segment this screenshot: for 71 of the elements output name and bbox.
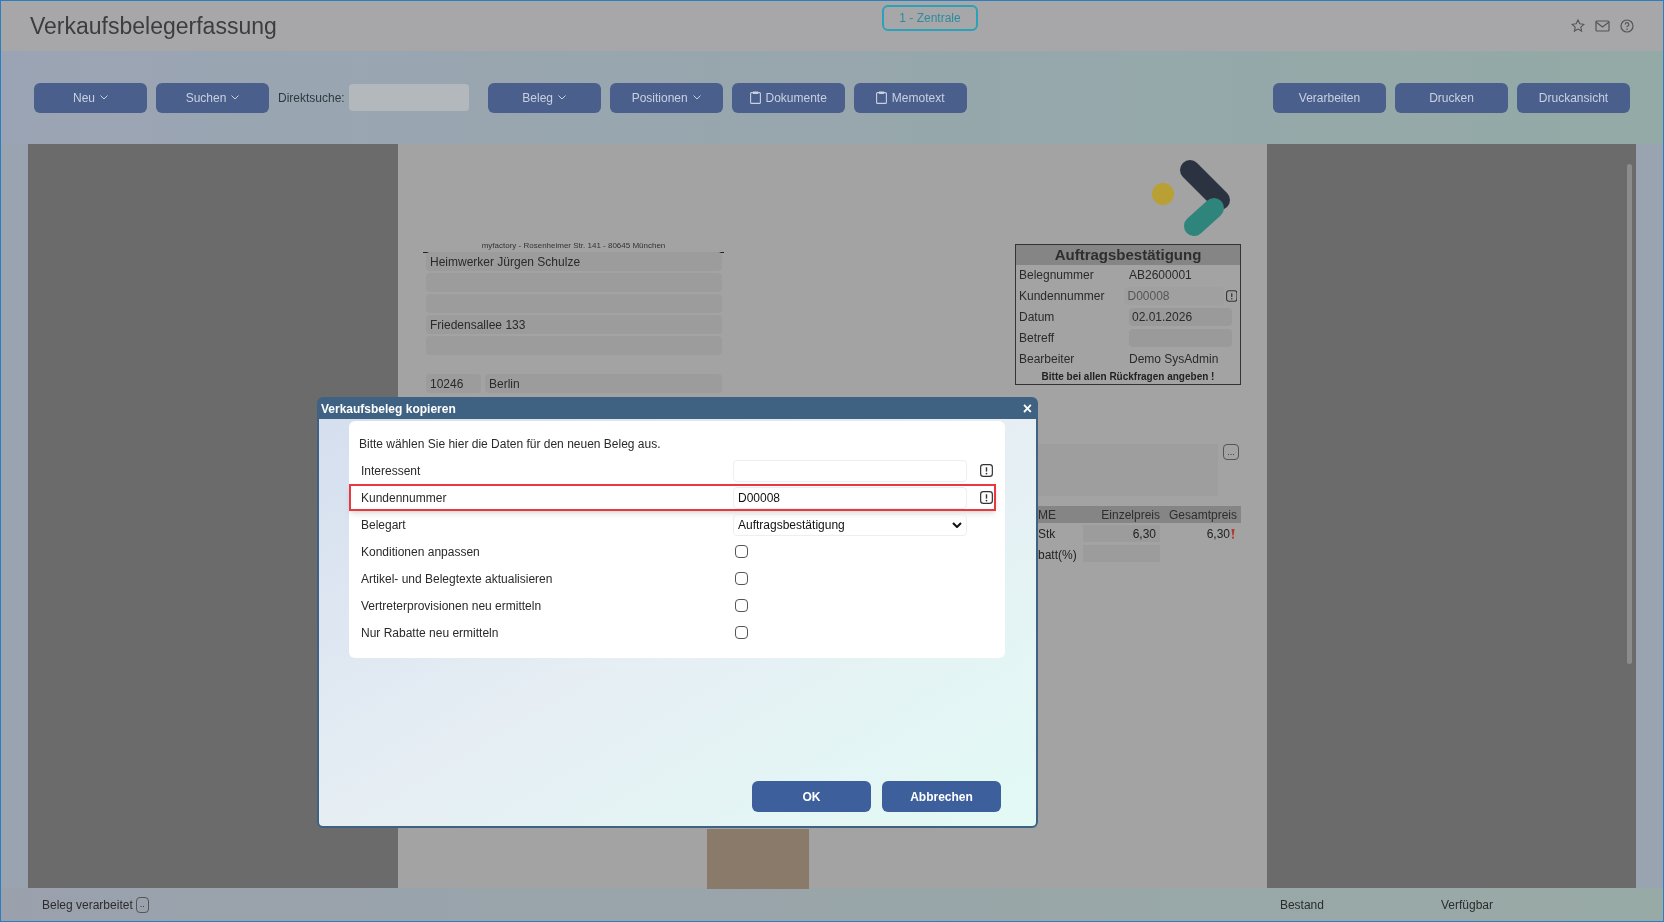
status-label: Verfügbar bbox=[1440, 896, 1493, 914]
field-label: Belegart bbox=[361, 516, 407, 534]
toolbar-button[interactable]: Druckansicht bbox=[1517, 82, 1630, 113]
status-button[interactable]: .. bbox=[135, 896, 149, 913]
scrollbar[interactable] bbox=[1627, 164, 1632, 664]
info-box-title: Auftragsbestätigung bbox=[1016, 245, 1240, 265]
memo-field[interactable] bbox=[1038, 444, 1218, 496]
table-cell: 6,30 bbox=[1083, 525, 1160, 542]
address-field[interactable]: Friedensallee 133 bbox=[426, 315, 722, 334]
dialog-title: Verkaufsbeleg kopieren bbox=[321, 401, 456, 418]
table-cell-text: Stk bbox=[1038, 525, 1057, 543]
toolbar-button[interactable]: Beleg bbox=[487, 82, 601, 113]
info-box-note: Bitte bei allen Rückfragen angeben ! bbox=[1040, 370, 1216, 384]
toolbar-button[interactable]: Dokumente bbox=[731, 82, 845, 113]
info-icon[interactable] bbox=[980, 464, 993, 477]
direct-search-label: Direktsuche: bbox=[278, 89, 345, 107]
field-label: batt(%) bbox=[1038, 547, 1077, 564]
table-cell-text: 6,30 bbox=[1205, 525, 1230, 543]
warning-icon bbox=[1231, 528, 1235, 539]
city-field[interactable]: Berlin bbox=[485, 374, 722, 393]
direct-search-field[interactable] bbox=[348, 84, 469, 111]
column-header: ME bbox=[1038, 506, 1057, 524]
column-header: Einzelpreis bbox=[1100, 506, 1160, 524]
caret-icon bbox=[692, 95, 701, 100]
checkbox[interactable] bbox=[735, 545, 748, 558]
dialog-button[interactable]: OK bbox=[752, 781, 871, 812]
checkbox[interactable] bbox=[735, 599, 748, 612]
memo-button[interactable]: ... bbox=[1223, 444, 1239, 460]
field-label: Konditionen anpassen bbox=[361, 543, 481, 561]
field-label: Artikel- und Belegtexte aktualisieren bbox=[361, 570, 554, 588]
toolbar-button[interactable]: Drucken bbox=[1395, 82, 1508, 113]
dialog-button[interactable]: Abbrechen bbox=[882, 781, 1001, 812]
toolbar-button[interactable]: Suchen bbox=[156, 82, 269, 113]
field-label: Vertreterprovisionen neu ermitteln bbox=[361, 597, 543, 615]
clipboard-icon bbox=[875, 91, 887, 104]
field-label: Betreff bbox=[1019, 329, 1056, 347]
field-label: Bearbeiter bbox=[1019, 350, 1076, 368]
caret-icon bbox=[100, 95, 108, 100]
dialog-intro: Bitte wählen Sie hier die Daten für den neuen Beleg aus. bbox=[359, 436, 662, 453]
field-label: Belegnummer bbox=[1019, 267, 1095, 285]
column-header: Gesamtpreis bbox=[1167, 506, 1237, 524]
input-field[interactable]: D00008 bbox=[733, 486, 967, 509]
clipboard-icon bbox=[749, 91, 761, 104]
caret-icon bbox=[231, 95, 240, 100]
chevron-icon bbox=[952, 521, 962, 528]
zip-field[interactable]: 10246 bbox=[426, 374, 481, 393]
checkbox[interactable] bbox=[735, 626, 748, 639]
caret-icon bbox=[558, 95, 567, 100]
toolbar-button[interactable]: Neu bbox=[34, 82, 147, 113]
help-icon[interactable] bbox=[1620, 19, 1634, 33]
toolbar-button[interactable]: Verarbeiten bbox=[1273, 82, 1386, 113]
checkbox[interactable] bbox=[735, 572, 748, 585]
select-field[interactable]: Auftragsbestätigung bbox=[733, 513, 967, 536]
input-field[interactable]: 02.01.2026 bbox=[1129, 308, 1232, 326]
field-label: Datum bbox=[1019, 309, 1056, 326]
mail-icon[interactable] bbox=[1595, 20, 1610, 32]
toolbar-button[interactable]: Positionen bbox=[609, 82, 723, 113]
field-label: Nur Rabatte neu ermitteln bbox=[361, 624, 500, 642]
close-button[interactable]: × bbox=[1022, 401, 1032, 417]
field-label: Interessent bbox=[361, 462, 422, 480]
star-icon[interactable] bbox=[1571, 19, 1585, 33]
toolbar-button[interactable]: Memotext bbox=[853, 82, 967, 113]
status-label: Bestand bbox=[1279, 896, 1324, 914]
info-icon[interactable] bbox=[980, 491, 993, 504]
page-title: Verkaufsbelegerfassung bbox=[30, 11, 277, 41]
field-label: Kundennummer bbox=[1019, 288, 1106, 306]
status-text: Beleg verarbeitet bbox=[42, 896, 133, 914]
field-label: Kundennummer bbox=[361, 489, 448, 507]
field-value: Demo SysAdmin bbox=[1129, 350, 1219, 368]
field-value: AB2600001 bbox=[1129, 267, 1192, 285]
address-field[interactable]: Heimwerker Jürgen Schulze bbox=[426, 252, 722, 271]
